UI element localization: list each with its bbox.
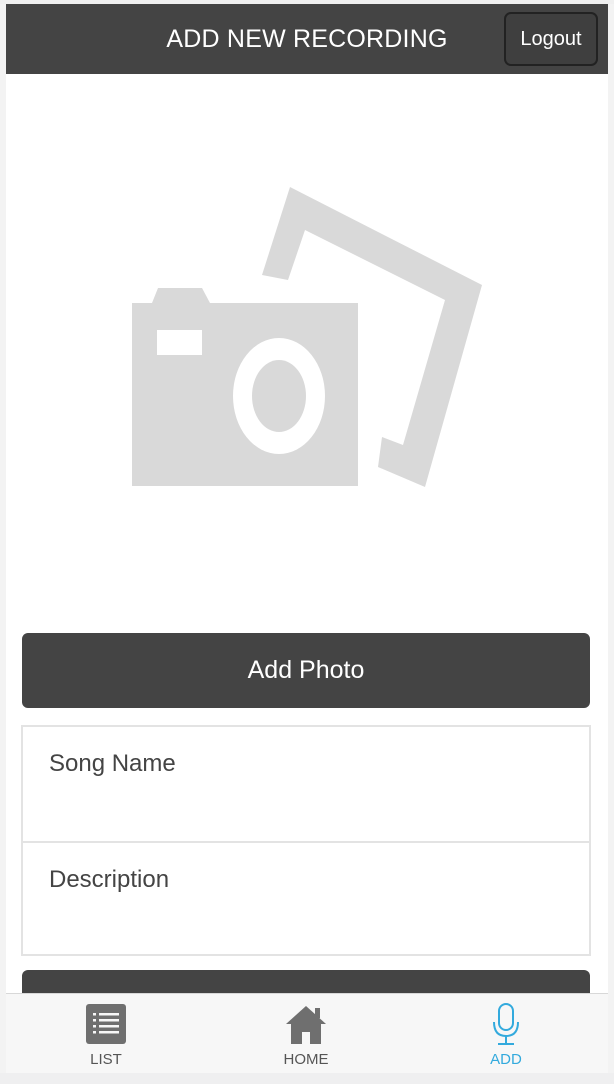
header-bar: ADD NEW RECORDING Logout <box>6 4 608 74</box>
list-icon <box>86 1004 126 1044</box>
tab-home-label: HOME <box>283 1051 329 1068</box>
recording-form: Song Name Description <box>21 725 591 956</box>
tab-list[interactable]: LIST <box>6 994 206 1074</box>
tab-add[interactable]: ADD <box>406 994 606 1074</box>
tab-home[interactable]: HOME <box>206 994 406 1074</box>
microphone-icon <box>493 1003 519 1045</box>
add-photo-button[interactable]: Add Photo <box>22 633 590 708</box>
description-input[interactable] <box>23 843 589 955</box>
song-name-input[interactable] <box>23 727 589 841</box>
frame-bottom-edge <box>0 1073 614 1084</box>
description-field: Description <box>23 841 589 955</box>
photo-placeholder-icon <box>120 175 500 505</box>
tab-bar: LIST HOME ADD <box>6 993 608 1073</box>
song-name-field: Song Name <box>23 727 589 841</box>
app-screen: ADD NEW RECORDING Logout Add Photo Song … <box>0 0 614 1084</box>
tab-list-label: LIST <box>90 1051 122 1068</box>
frame-right-edge <box>608 4 614 1084</box>
frame-left-edge <box>0 4 6 1084</box>
home-icon <box>286 1006 326 1044</box>
logout-button[interactable]: Logout <box>504 12 598 66</box>
tab-add-label: ADD <box>490 1051 522 1068</box>
